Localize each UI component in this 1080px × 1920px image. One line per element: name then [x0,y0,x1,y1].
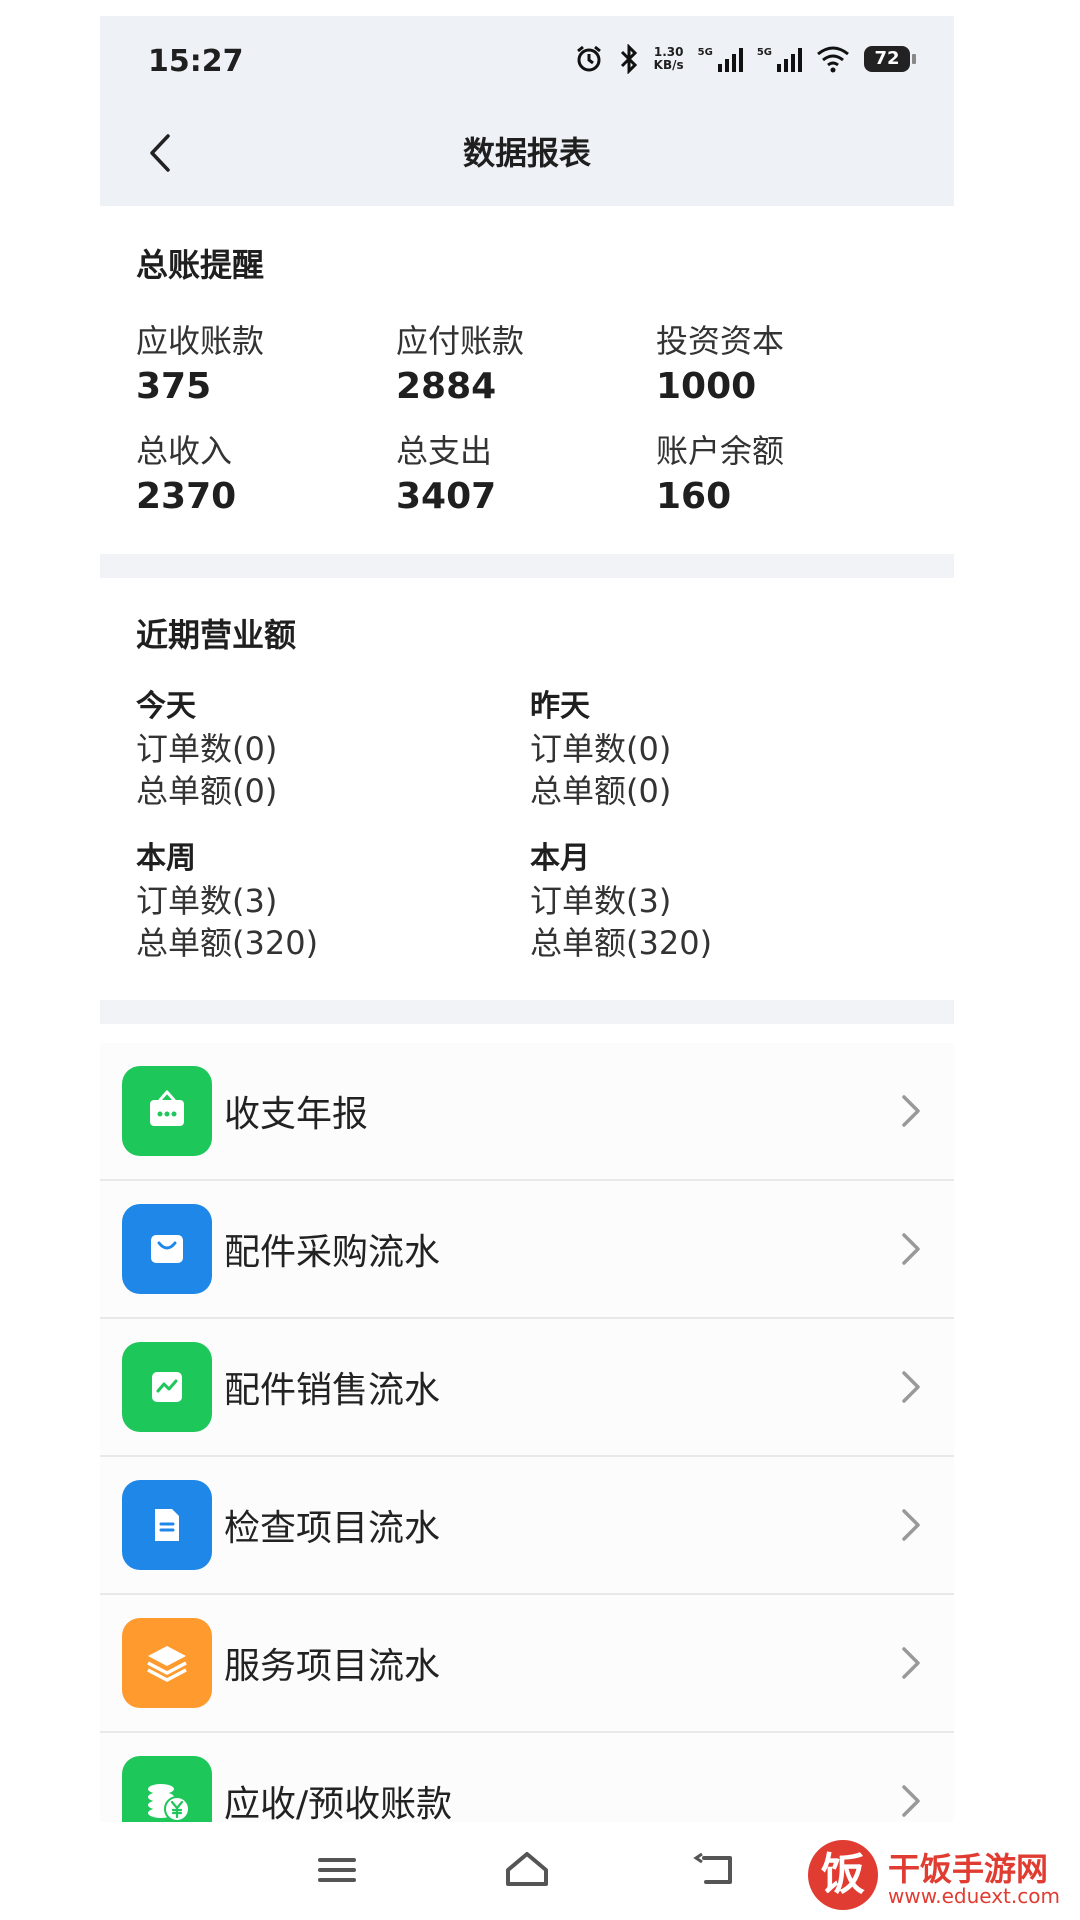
report-menu: 收支年报 配件采购流水 配件销售流水 检查项目流水 服务项目流水 应收/预收账款 [100,1043,954,1822]
net-speed: 1.30 KB/s [653,45,684,72]
menu-label: 应收/预收账款 [224,1784,453,1822]
home-icon[interactable] [502,1848,552,1892]
watermark: 饭 干饭手游网 www.eduext.com [808,1840,1070,1910]
menu-label: 配件销售流水 [224,1370,441,1411]
period-today: 今天 订单数(0) 总单额(0) [136,689,278,810]
page-title: 数据报表 [462,134,591,172]
shopping-bag-icon [122,1204,212,1294]
document-icon [122,1480,212,1570]
trend-chart-icon [122,1342,212,1432]
wifi-icon [817,46,849,73]
watermark-logo: 饭 [808,1840,878,1910]
calendar-board-icon [122,1066,212,1156]
section-divider [100,554,954,578]
revenue-title: 近期营业额 [136,616,297,654]
signal-2-icon: 5G [757,46,802,72]
chevron-right-icon [902,1095,920,1127]
battery-indicator: 72 [864,46,916,72]
menu-item-parts-purchase[interactable]: 配件采购流水 [100,1181,954,1319]
menu-item-annual-report[interactable]: 收支年报 [100,1043,954,1181]
menu-label: 服务项目流水 [224,1646,441,1687]
header: 15:27 1.30 KB/s 5G 5G 72 数据报表 [100,16,954,206]
status-icons: 1.30 KB/s 5G 5G 72 [574,44,916,74]
period-yesterday: 昨天 订单数(0) 总单额(0) [530,689,672,810]
metric-receivable: 应收账款 375 [136,322,265,407]
back-nav-icon[interactable] [692,1848,742,1892]
metric-investment: 投资资本 1000 [656,322,785,407]
watermark-url: www.eduext.com [888,1884,1060,1908]
metric-total-expense: 总支出 3407 [396,432,497,517]
layers-icon [122,1618,212,1708]
menu-item-inspection[interactable]: 检查项目流水 [100,1457,954,1595]
menu-item-parts-sales[interactable]: 配件销售流水 [100,1319,954,1457]
chevron-right-icon [902,1233,920,1265]
metric-total-income: 总收入 2370 [136,432,237,517]
signal-1-icon: 5G [698,46,743,72]
chevron-right-icon [902,1647,920,1679]
menu-icon[interactable] [312,1848,362,1892]
coins-icon [122,1756,212,1822]
metric-payable: 应付账款 2884 [396,322,525,407]
status-time: 15:27 [148,44,244,79]
menu-item-receivables[interactable]: 应收/预收账款 [100,1733,954,1822]
menu-label: 收支年报 [224,1094,369,1135]
menu-item-service[interactable]: 服务项目流水 [100,1595,954,1733]
alarm-icon [576,45,601,72]
bluetooth-icon [620,44,637,74]
section-divider [100,1000,954,1024]
period-month: 本月 订单数(3) 总单额(320) [530,841,713,962]
menu-label: 配件采购流水 [224,1232,441,1273]
ledger-title: 总账提醒 [136,246,265,284]
chevron-right-icon [902,1371,920,1403]
menu-label: 检查项目流水 [224,1508,441,1549]
phone-screen: 15:27 1.30 KB/s 5G 5G 72 数据报表 总账提醒 应收账款 … [100,16,954,1822]
chevron-right-icon [902,1509,920,1541]
metric-balance: 账户余额 160 [656,432,785,517]
chevron-right-icon [902,1785,920,1817]
period-week: 本周 订单数(3) 总单额(320) [136,841,319,962]
